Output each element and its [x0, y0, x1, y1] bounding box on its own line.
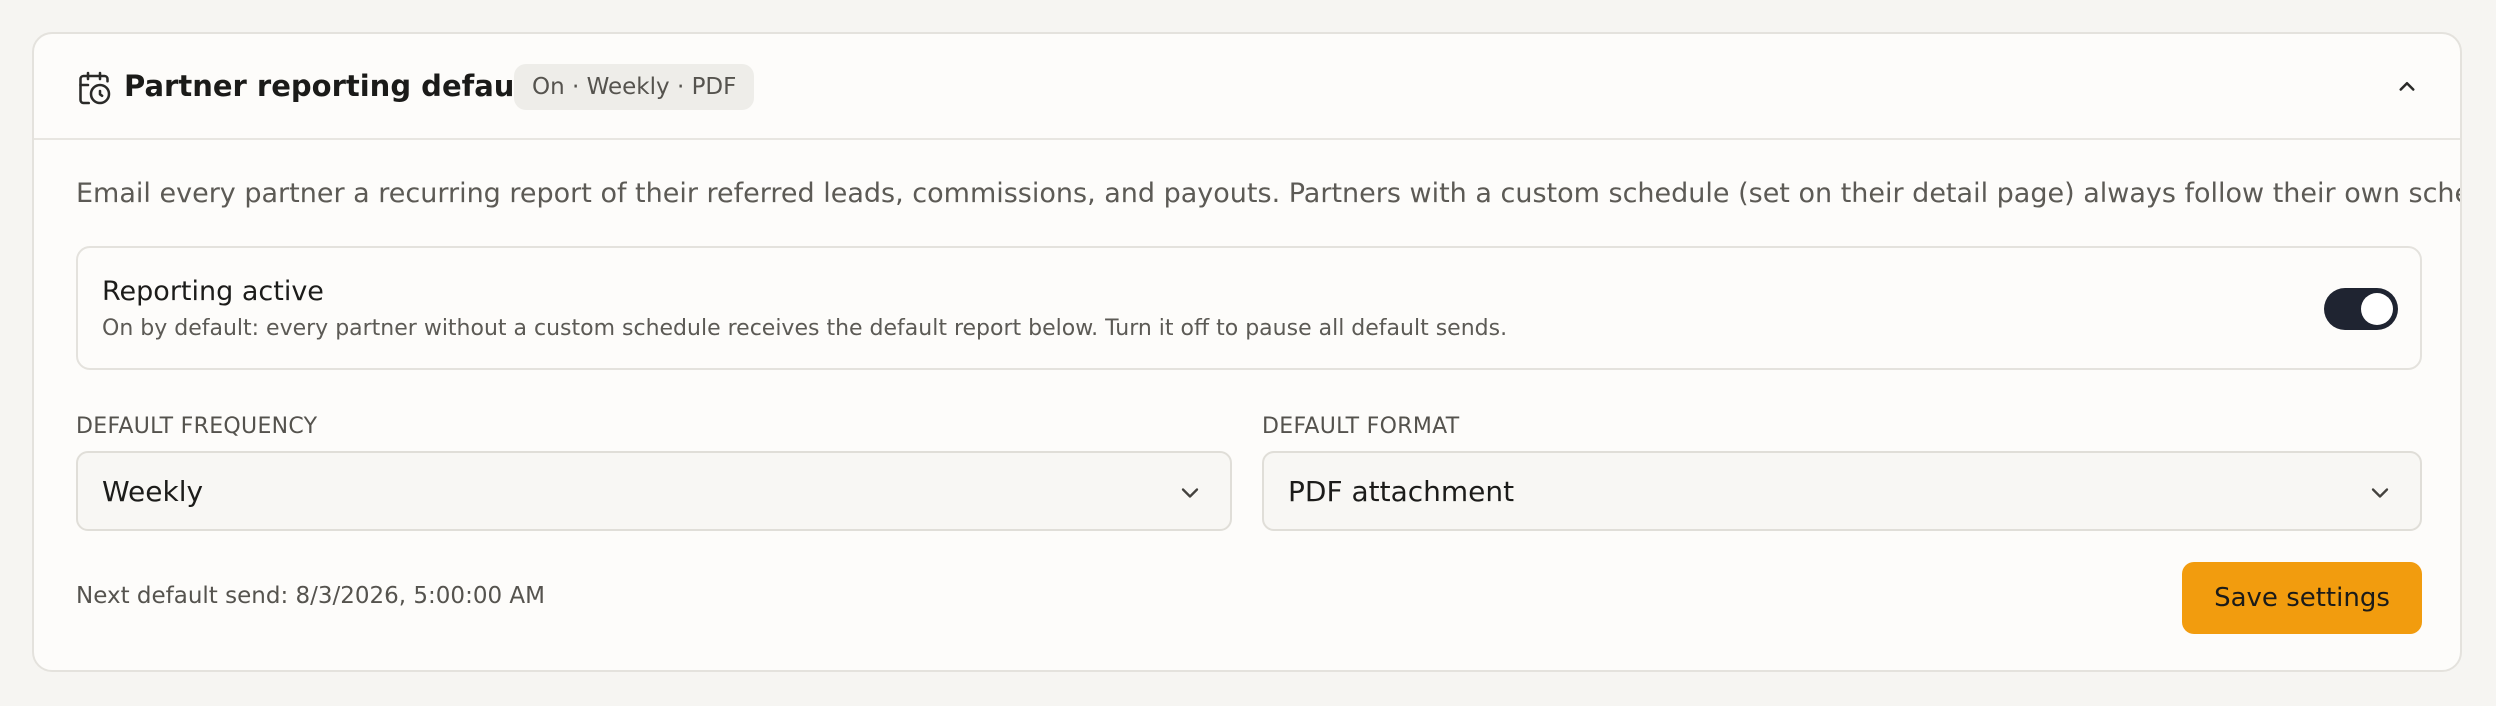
chevron-down-icon — [1176, 479, 1204, 507]
toggle-knob — [2361, 293, 2393, 325]
reporting-active-description: On by default: every partner without a c… — [102, 316, 1508, 341]
frequency-value: Weekly — [102, 475, 204, 508]
reporting-active-toggle[interactable] — [2324, 288, 2398, 330]
format-label: DEFAULT FORMAT — [1262, 414, 1460, 439]
chevron-down-icon — [2366, 479, 2394, 507]
save-settings-button[interactable]: Save settings — [2182, 562, 2422, 634]
reporting-active-panel: Reporting active On by default: every pa… — [76, 246, 2422, 370]
format-value: PDF attachment — [1288, 475, 1515, 508]
card-header[interactable]: Partner reporting defaults On · Weekly ·… — [34, 34, 2460, 140]
reporting-active-title: Reporting active — [102, 276, 324, 307]
partner-reporting-card: Partner reporting defaults On · Weekly ·… — [32, 32, 2462, 672]
chevron-up-icon[interactable] — [2392, 72, 2422, 102]
calendar-clock-icon — [76, 70, 112, 106]
next-send-text: Next default send: 8/3/2026, 5:00:00 AM — [76, 583, 545, 609]
section-title: Partner reporting defaults — [124, 69, 556, 103]
section-description: Email every partner a recurring report o… — [76, 178, 2462, 209]
frequency-label: DEFAULT FREQUENCY — [76, 414, 318, 439]
status-badge: On · Weekly · PDF — [514, 64, 755, 110]
format-select[interactable]: PDF attachment — [1262, 451, 2422, 531]
frequency-select[interactable]: Weekly — [76, 451, 1232, 531]
